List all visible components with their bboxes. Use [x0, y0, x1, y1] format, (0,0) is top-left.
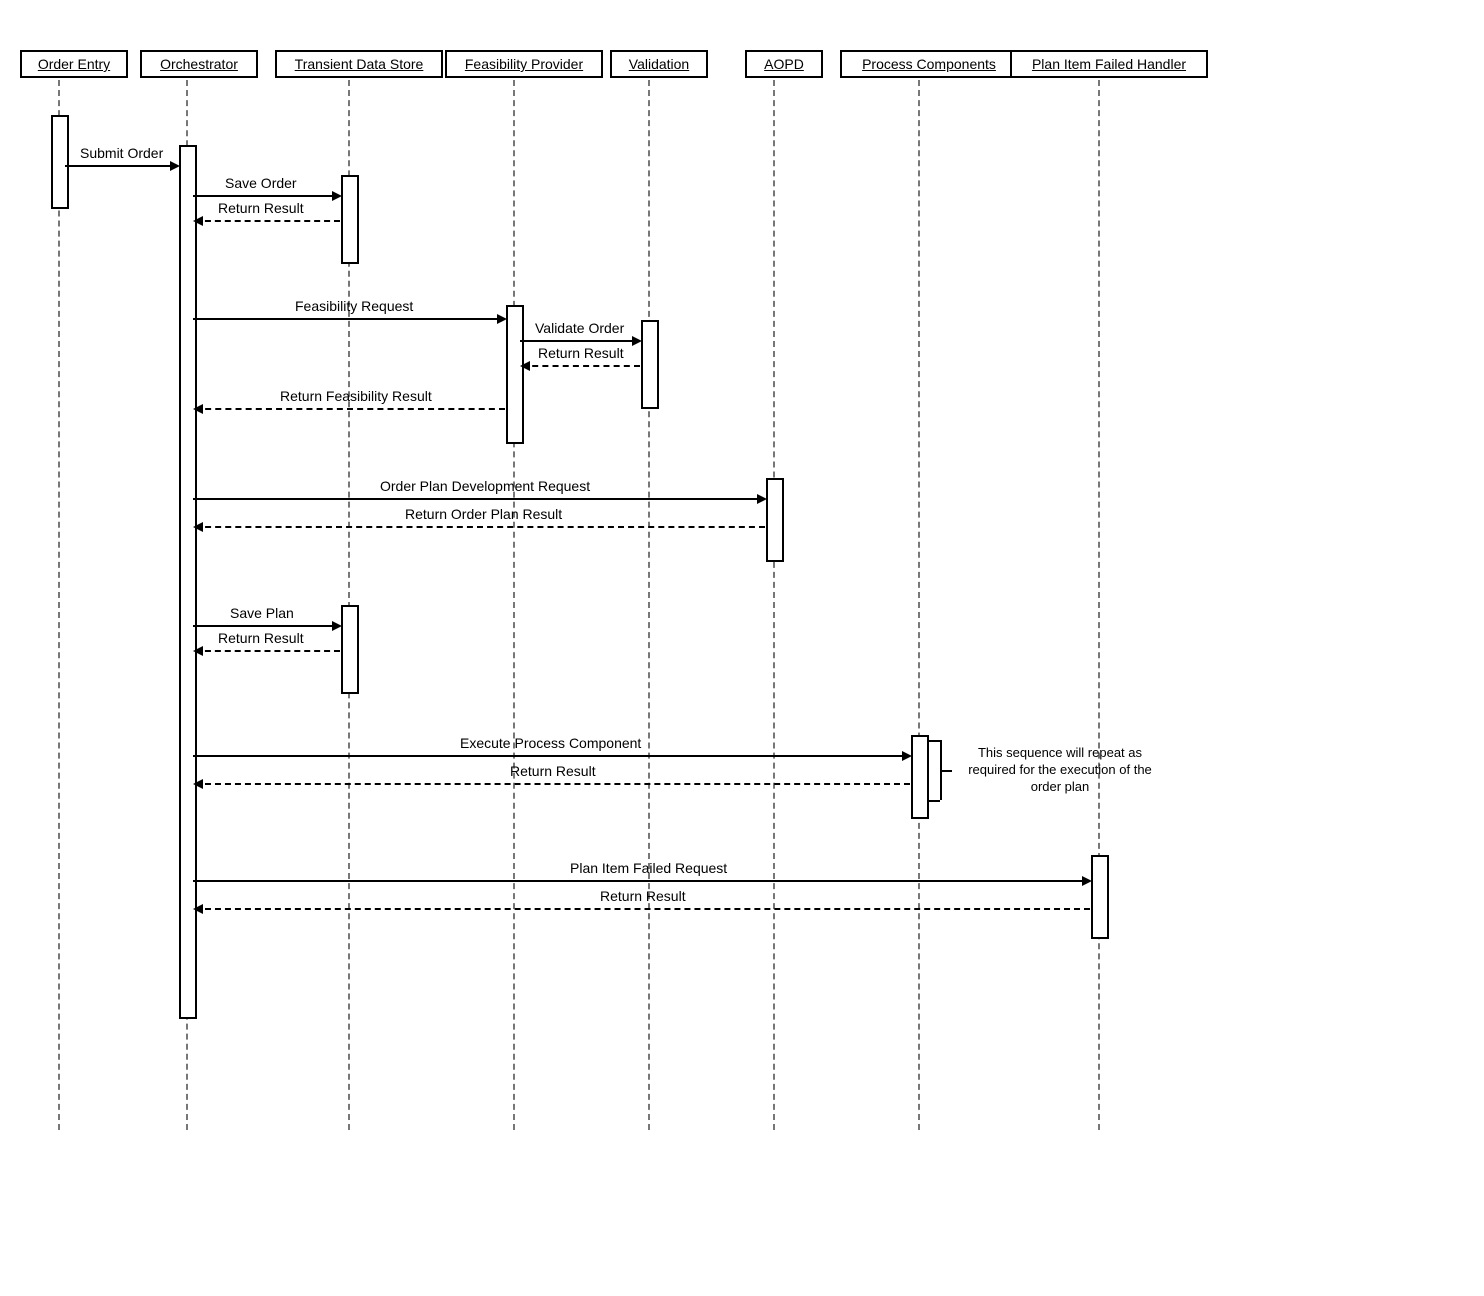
arrow	[195, 408, 505, 410]
arrow	[193, 195, 340, 197]
note-bracket	[927, 800, 940, 802]
note-bracket	[927, 740, 940, 742]
lifeline	[58, 80, 60, 1130]
participant-orchestrator: Orchestrator	[140, 50, 258, 78]
msg-return-result: Return Result	[510, 763, 596, 779]
arrow	[522, 365, 640, 367]
arrow	[195, 650, 340, 652]
participant-tds: Transient Data Store	[275, 50, 443, 78]
msg-feasibility-req: Feasibility Request	[295, 298, 413, 314]
lifeline	[648, 80, 650, 1130]
participant-aopd: AOPD	[745, 50, 823, 78]
msg-opd-req: Order Plan Development Request	[380, 478, 590, 494]
loop-note: This sequence will repeat as required fo…	[955, 745, 1165, 796]
activation-feasibility	[506, 305, 524, 444]
msg-submit-order: Submit Order	[80, 145, 163, 161]
participant-feasibility: Feasibility Provider	[445, 50, 603, 78]
msg-save-order: Save Order	[225, 175, 297, 191]
msg-save-plan: Save Plan	[230, 605, 294, 621]
participant-plan-failed: Plan Item Failed Handler	[1010, 50, 1208, 78]
msg-return-result: Return Result	[218, 200, 304, 216]
arrow	[195, 908, 1090, 910]
activation-validation	[641, 320, 659, 409]
arrow	[195, 220, 340, 222]
msg-return-result: Return Result	[218, 630, 304, 646]
arrow	[193, 755, 910, 757]
activation-aopd	[766, 478, 784, 562]
msg-return-feasibility: Return Feasibility Result	[280, 388, 432, 404]
msg-return-result: Return Result	[538, 345, 624, 361]
msg-exec-process: Execute Process Component	[460, 735, 641, 751]
arrow	[193, 625, 340, 627]
participant-order-entry: Order Entry	[20, 50, 128, 78]
arrow	[193, 318, 505, 320]
activation-tds-1	[341, 175, 359, 264]
lifeline	[513, 80, 515, 1130]
participant-validation: Validation	[610, 50, 708, 78]
activation-tds-2	[341, 605, 359, 694]
note-bracket	[940, 770, 952, 772]
arrow	[65, 165, 178, 167]
lifeline	[773, 80, 775, 1130]
activation-process	[911, 735, 929, 819]
sequence-diagram: Order Entry Orchestrator Transient Data …	[0, 0, 1484, 1296]
arrow	[195, 783, 910, 785]
msg-return-opd: Return Order Plan Result	[405, 506, 562, 522]
msg-plan-failed-req: Plan Item Failed Request	[570, 860, 727, 876]
msg-validate-order: Validate Order	[535, 320, 624, 336]
activation-order-entry	[51, 115, 69, 209]
lifeline	[918, 80, 920, 1130]
arrow	[193, 498, 765, 500]
activation-plan-failed	[1091, 855, 1109, 939]
msg-return-result: Return Result	[600, 888, 686, 904]
arrow	[520, 340, 640, 342]
arrow	[193, 880, 1090, 882]
participant-process: Process Components	[840, 50, 1018, 78]
activation-orchestrator	[179, 145, 197, 1019]
arrow	[195, 526, 765, 528]
lifeline	[1098, 80, 1100, 1130]
